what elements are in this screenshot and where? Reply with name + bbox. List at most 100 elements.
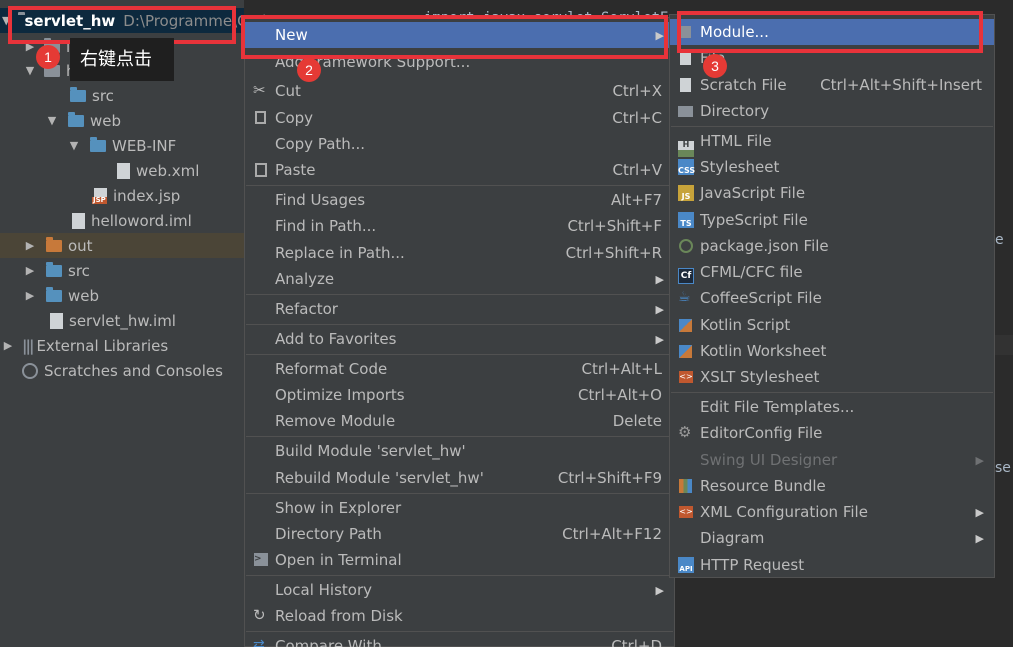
submenu-item-xml-configuration-file[interactable]: <> XML Configuration File ▶ [670,499,994,525]
menu-item-refactor[interactable]: Refactor ▶ [245,296,674,322]
terminal-icon: > [254,553,268,566]
submenu-item-http-request[interactable]: API HTTP Request [670,552,994,578]
menu-separator [246,185,673,186]
excluded-folder-icon [46,236,62,252]
menu-separator [246,631,673,632]
submenu-item-cfml-file[interactable]: Cf CFML/CFC file [670,259,994,285]
submenu-item-editorconfig[interactable]: ⚙ EditorConfig File [670,420,994,446]
tree-item-index-jsp[interactable]: JSP index.jsp [0,183,244,208]
menu-item-reformat-code[interactable]: Reformat Code Ctrl+Alt+L [245,356,674,382]
menu-item-find-in-path[interactable]: Find in Path... Ctrl+Shift+F [245,213,674,239]
submenu-item-swing-ui-designer[interactable]: Swing UI Designer ▶ [670,447,994,473]
xml-file-icon [117,162,130,179]
scissors-icon: ✂ [253,81,266,99]
menu-item-show-in-explorer[interactable]: Show in Explorer [245,495,674,521]
tree-item-label: src [92,86,114,105]
submenu-item-diagram[interactable]: Diagram ▶ [670,525,994,551]
xml-tag-icon: <> [679,371,693,383]
annotation-box-3 [677,11,983,53]
chevron-down-icon[interactable]: ▼ [46,114,58,127]
chevron-right-icon: ▶ [655,272,664,286]
project-tree[interactable]: ▼ servlet_hw D:\Programme\Code\M... ▶ id… [0,0,308,647]
menu-item-remove-module[interactable]: Remove Module Delete [245,408,674,434]
compare-arrows-icon: ⇄ [253,637,265,647]
menu-item-add-to-favorites[interactable]: Add to Favorites ▶ [245,326,674,352]
file-icon [680,51,691,65]
chevron-right-icon[interactable]: ▶ [24,239,36,252]
chevron-down-icon[interactable]: ▼ [68,139,80,152]
menu-item-local-history[interactable]: Local History ▶ [245,577,674,603]
source-folder-icon [46,261,62,277]
ts-file-icon: TS [678,212,694,228]
kotlin-icon [679,319,692,332]
xml-tag-icon: <> [679,506,693,518]
menu-item-build-module[interactable]: Build Module 'servlet_hw' [245,438,674,464]
submenu-item-directory[interactable]: Directory [670,98,994,124]
context-menu[interactable]: New ▶ Add Framework Support... ✂ Cut Ctr… [244,17,675,647]
tree-item-out[interactable]: ▶ out [0,233,244,258]
submenu-item-resource-bundle[interactable]: Resource Bundle [670,473,994,499]
chevron-right-icon: ▶ [655,332,664,346]
menu-item-copy-path[interactable]: Copy Path... [245,131,674,157]
tree-item-external-libraries[interactable]: ▶ ||| External Libraries [0,333,244,358]
menu-item-open-in-terminal[interactable]: > Open in Terminal [245,547,674,573]
menu-item-analyze[interactable]: Analyze ▶ [245,266,674,292]
menu-separator [671,126,993,127]
tree-item-label: web [68,286,100,305]
libraries-icon: ||| [22,336,35,355]
submenu-item-javascript-file[interactable]: JS JavaScript File [670,180,994,206]
menu-item-find-usages[interactable]: Find Usages Alt+F7 [245,187,674,213]
menu-item-paste[interactable]: Paste Ctrl+V [245,157,674,183]
editor-caret-line [994,335,1013,355]
tree-item-src-root[interactable]: ▶ src [0,258,244,283]
tree-item-web[interactable]: ▼ web [0,108,244,133]
step-badge-3: 3 [703,54,727,78]
scratch-file-icon [680,78,691,92]
submenu-item-html-file[interactable]: H HTML File [670,128,994,157]
tree-item-helloword-iml[interactable]: helloword.iml [0,208,244,233]
submenu-item-coffeescript[interactable]: ☕ CoffeeScript File [670,285,994,311]
html-file-icon: H [678,133,694,157]
menu-item-replace-in-path[interactable]: Replace in Path... Ctrl+Shift+R [245,240,674,266]
tree-item-label: web.xml [136,161,200,180]
tree-item-web-xml[interactable]: web.xml [0,158,244,183]
submenu-item-edit-file-templates[interactable]: Edit File Templates... [670,394,994,420]
tree-item-servlet-hw-iml[interactable]: servlet_hw.iml [0,308,244,333]
coffee-cup-icon: ☕ [678,289,691,305]
tree-item-web-root[interactable]: ▶ web [0,283,244,308]
step-badge-2: 2 [297,58,321,82]
menu-item-copy[interactable]: Copy Ctrl+C [245,105,674,131]
submenu-item-stylesheet[interactable]: CSS Stylesheet [670,154,994,180]
menu-item-directory-path[interactable]: Directory Path Ctrl+Alt+F12 [245,521,674,547]
menu-item-rebuild-module[interactable]: Rebuild Module 'servlet_hw' Ctrl+Shift+F… [245,465,674,491]
menu-item-reload-from-disk[interactable]: ↻ Reload from Disk [245,603,674,629]
web-folder-icon [68,111,84,127]
tree-item-src[interactable]: src [0,83,244,108]
paste-icon [255,163,267,177]
resource-bundle-icon [679,479,692,493]
menu-separator [246,324,673,325]
tree-item-web-inf[interactable]: ▼ WEB-INF [0,133,244,158]
tree-item-label: index.jsp [113,186,181,205]
submenu-item-package-json[interactable]: package.json File [670,233,994,259]
menu-item-optimize-imports[interactable]: Optimize Imports Ctrl+Alt+O [245,382,674,408]
reload-icon: ↻ [253,606,266,624]
menu-separator [671,392,993,393]
chevron-right-icon[interactable]: ▶ [24,289,36,302]
submenu-item-typescript-file[interactable]: TS TypeScript File [670,207,994,233]
chevron-right-icon[interactable]: ▶ [2,339,14,352]
tree-item-scratches[interactable]: Scratches and Consoles [0,358,244,383]
tree-item-label: Scratches and Consoles [44,361,223,380]
css-file-icon: CSS [678,159,695,175]
iml-file-icon [72,212,85,229]
submenu-item-kotlin-script[interactable]: Kotlin Script [670,312,994,338]
js-file-icon: JS [678,185,694,201]
tree-item-label: helloword.iml [91,211,192,230]
editor-clipped-char-2: se [995,460,1011,476]
chevron-right-icon[interactable]: ▶ [24,264,36,277]
menu-item-compare-with[interactable]: ⇄ Compare With... Ctrl+D [245,633,674,647]
submenu-item-xslt-stylesheet[interactable]: <> XSLT Stylesheet [670,364,994,390]
chevron-down-icon[interactable]: ▼ [24,64,36,77]
submenu-item-kotlin-worksheet[interactable]: Kotlin Worksheet [670,338,994,364]
new-submenu[interactable]: Module... File Scratch File Ctrl+Alt+Shi… [669,14,995,578]
